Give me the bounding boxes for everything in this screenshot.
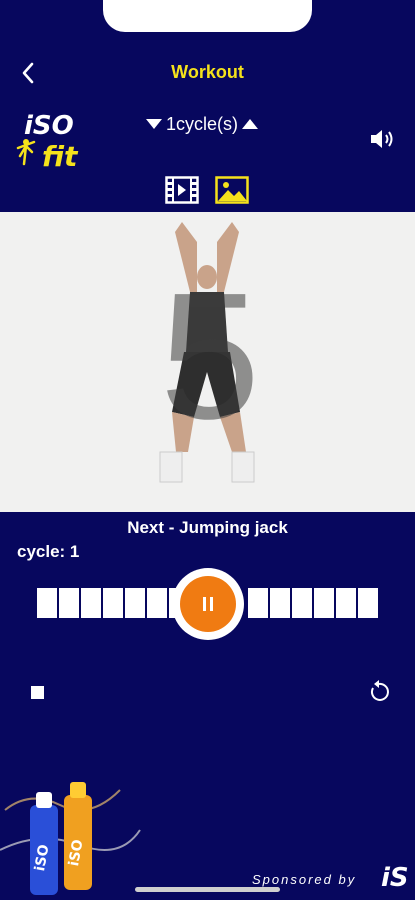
svg-text:fit: fit	[42, 140, 79, 170]
progress-segment	[59, 588, 79, 618]
sponsor-text: Sponsored by	[252, 872, 357, 887]
device-notch	[103, 0, 312, 32]
isofit-bottles-image: iSO iSO	[0, 782, 141, 895]
pause-button[interactable]	[172, 568, 244, 640]
progress-segment	[147, 588, 167, 618]
cycle-selector: 1cycle(s)	[146, 113, 259, 135]
countdown-number: 5	[159, 256, 261, 457]
image-icon[interactable]	[215, 176, 249, 204]
film-icon[interactable]	[165, 176, 199, 204]
increase-cycle-icon[interactable]	[242, 119, 259, 129]
progress-segment	[81, 588, 101, 618]
isofit-logo: iSO fit	[16, 111, 79, 170]
stop-icon[interactable]	[31, 686, 44, 699]
progress-segment	[37, 588, 57, 618]
decrease-cycle-icon[interactable]	[146, 119, 162, 129]
progress-segment	[314, 588, 334, 618]
exercise-media: 5	[0, 212, 415, 512]
progress-segment	[358, 588, 378, 618]
progress-segments-left	[37, 588, 189, 618]
progress-segment	[103, 588, 123, 618]
reset-icon[interactable]	[367, 680, 391, 704]
progress-segment	[270, 588, 290, 618]
sponsor-logo: iS	[381, 863, 409, 892]
next-exercise-label: Next - Jumping jack	[127, 518, 288, 537]
svg-text:iS: iS	[381, 863, 409, 892]
pause-button-inner	[180, 576, 236, 632]
svg-text:iSO: iSO	[24, 111, 74, 141]
pause-icon	[203, 597, 213, 611]
cycle-count: cycle: 1	[17, 542, 80, 561]
progress-segments-right	[248, 588, 378, 618]
page-title: Workout	[171, 62, 244, 82]
progress-segment	[125, 588, 145, 618]
speaker-icon[interactable]	[369, 128, 397, 150]
cycle-selector-value: 1cycle(s)	[166, 113, 239, 134]
progress-segment	[292, 588, 312, 618]
app-header: Workout	[0, 58, 415, 88]
home-indicator[interactable]	[135, 887, 280, 892]
progress-segment	[336, 588, 356, 618]
progress-segment	[248, 588, 268, 618]
